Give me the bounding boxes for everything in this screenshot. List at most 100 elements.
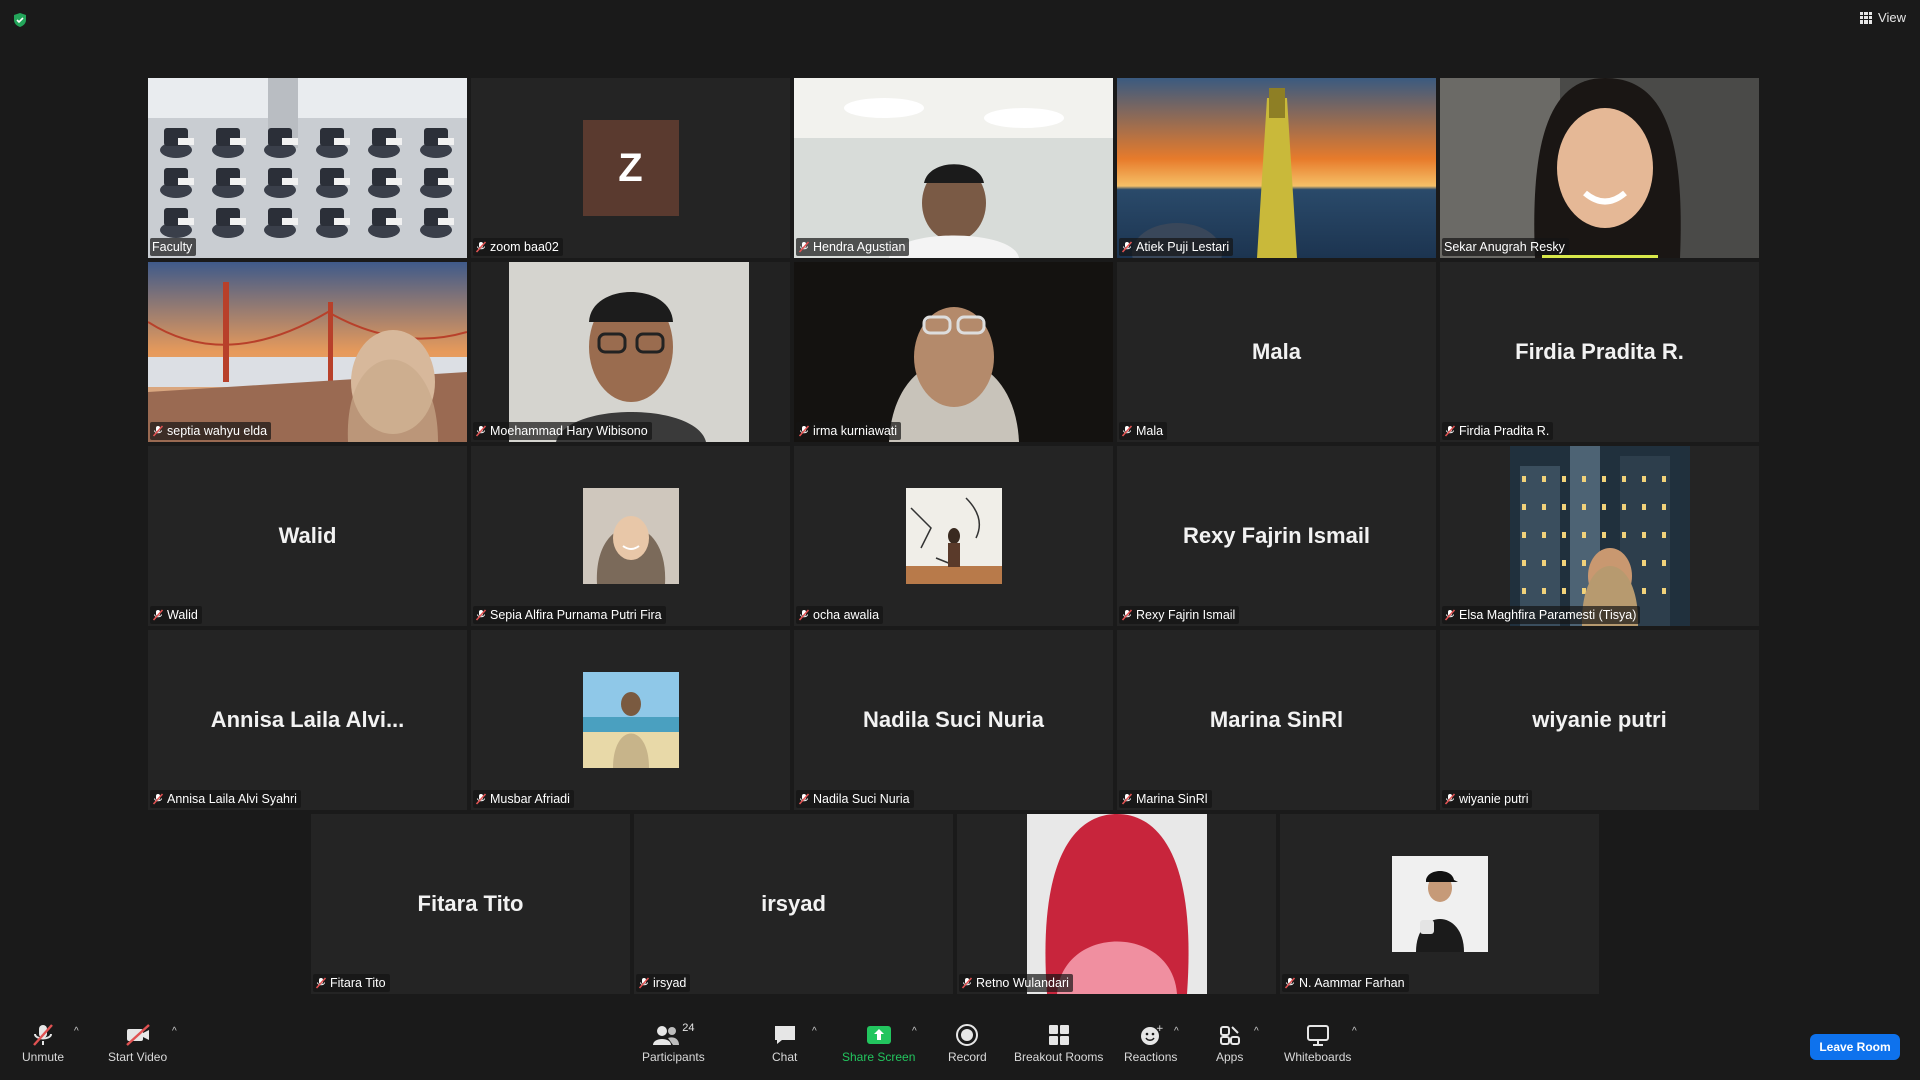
participant-tile[interactable]: irma kurniawati xyxy=(794,262,1113,442)
start-video-button[interactable]: Start Video xyxy=(108,1022,167,1064)
share-screen-label: Share Screen xyxy=(842,1050,916,1064)
participant-tile[interactable]: Sekar Anugrah Resky xyxy=(1440,78,1759,258)
participant-tile[interactable]: septia wahyu elda xyxy=(148,262,467,442)
apps-label: Apps xyxy=(1216,1050,1244,1064)
video-feed xyxy=(148,78,467,258)
participants-icon xyxy=(653,1026,680,1045)
video-gallery: Faculty Zzoom baa02 Hendra Agustian Atiek P… xyxy=(148,78,1772,998)
participant-tile[interactable]: Marina SinRl Marina SinRl xyxy=(1117,630,1436,810)
participants-label: Participants xyxy=(642,1050,705,1064)
audio-options-caret[interactable]: ^ xyxy=(74,1026,79,1037)
gallery-row: Faculty Zzoom baa02 Hendra Agustian Atiek P… xyxy=(148,78,1772,258)
video-feed xyxy=(471,262,790,442)
muted-mic-icon xyxy=(1444,609,1456,621)
participant-name-label: Mala xyxy=(1119,422,1168,440)
participant-tile[interactable]: Mala Mala xyxy=(1117,262,1436,442)
participant-tile[interactable]: ocha awalia xyxy=(794,446,1113,626)
participants-count: 24 xyxy=(682,1022,695,1034)
participant-tile[interactable]: Faculty xyxy=(148,78,467,258)
participant-name-label: zoom baa02 xyxy=(473,238,563,256)
participant-name: Firdia Pradita R. xyxy=(1459,424,1550,438)
muted-mic-icon xyxy=(475,793,487,805)
muted-mic-icon xyxy=(798,241,810,253)
participant-name-label: irma kurniawati xyxy=(796,422,902,440)
participant-tile[interactable]: Moehammad Hary Wibisono xyxy=(471,262,790,442)
participant-tile[interactable]: Fitara Tito Fitara Tito xyxy=(311,814,630,994)
participant-name: Fitara Tito xyxy=(330,976,386,990)
participant-name-label: Musbar Afriadi xyxy=(473,790,574,808)
participant-name: septia wahyu elda xyxy=(167,424,268,438)
profile-photo xyxy=(582,488,679,584)
participant-tile[interactable]: Hendra Agustian xyxy=(794,78,1113,258)
participant-name: Nadila Suci Nuria xyxy=(813,792,910,806)
view-button[interactable]: View xyxy=(1860,10,1906,25)
share-screen-icon xyxy=(866,1026,891,1044)
video-options-caret[interactable]: ^ xyxy=(172,1026,177,1037)
apps-icon xyxy=(1219,1026,1240,1045)
svg-text:+: + xyxy=(1156,1024,1163,1034)
participant-tile[interactable]: Atiek Puji Lestari xyxy=(1117,78,1436,258)
record-label: Record xyxy=(948,1050,987,1064)
participant-tile[interactable]: irsyad irsyad xyxy=(634,814,953,994)
reactions-options-caret[interactable]: ^ xyxy=(1174,1026,1179,1037)
participant-display-name: Fitara Tito xyxy=(417,891,524,916)
participant-tile[interactable]: Elsa Maghfira Paramesti (Tisya) xyxy=(1440,446,1759,626)
participant-tile[interactable]: Walid Walid xyxy=(148,446,467,626)
participant-tile[interactable]: Rexy Fajrin Ismail Rexy Fajrin Ismail xyxy=(1117,446,1436,626)
participant-tile[interactable]: wiyanie putri wiyanie putri xyxy=(1440,630,1759,810)
share-options-caret[interactable]: ^ xyxy=(912,1026,917,1037)
muted-mic-icon xyxy=(152,793,164,805)
participant-name-label: irsyad xyxy=(636,974,691,992)
participant-name-label: Sepia Alfira Purnama Putri Fira xyxy=(473,606,666,624)
security-shield-icon[interactable] xyxy=(12,12,28,28)
participant-name-label: wiyanie putri xyxy=(1442,790,1533,808)
unmute-button[interactable]: Unmute xyxy=(22,1022,64,1064)
breakout-rooms-button[interactable]: Breakout Rooms xyxy=(1014,1022,1103,1064)
muted-mic-icon xyxy=(798,793,810,805)
participant-name-label: Firdia Pradita R. xyxy=(1442,422,1554,440)
speaking-indicator xyxy=(1542,255,1658,258)
participant-display-name: Marina SinRl xyxy=(1209,707,1344,732)
video-feed xyxy=(1117,78,1436,258)
participant-name: wiyanie putri xyxy=(1459,792,1529,806)
record-button[interactable]: Record xyxy=(948,1022,987,1064)
participant-name: Hendra Agustian xyxy=(813,240,906,254)
participant-tile[interactable]: Firdia Pradita R. Firdia Pradita R. xyxy=(1440,262,1759,442)
participants-button[interactable]: 24 Participants xyxy=(642,1022,705,1064)
participant-tile[interactable]: Sepia Alfira Purnama Putri Fira xyxy=(471,446,790,626)
participant-tile[interactable]: Zzoom baa02 xyxy=(471,78,790,258)
participant-tile[interactable]: Nadila Suci Nuria Nadila Suci Nuria xyxy=(794,630,1113,810)
whiteboards-options-caret[interactable]: ^ xyxy=(1352,1026,1357,1037)
participant-name: N. Aammar Farhan xyxy=(1299,976,1405,990)
participant-name-label: Elsa Maghfira Paramesti (Tisya) xyxy=(1442,606,1641,624)
muted-mic-icon xyxy=(1284,977,1296,989)
participant-tile[interactable]: N. Aammar Farhan xyxy=(1280,814,1599,994)
share-screen-button[interactable]: Share Screen xyxy=(842,1022,915,1064)
participant-name: Walid xyxy=(167,608,198,622)
breakout-rooms-icon xyxy=(1048,1025,1069,1045)
participant-display-name: Walid xyxy=(278,523,337,548)
participant-tile[interactable]: Annisa Laila Alvi... Annisa Laila Alvi Sy… xyxy=(148,630,467,810)
participant-name: Retno Wulandari xyxy=(976,976,1069,990)
leave-room-button[interactable]: Leave Room xyxy=(1810,1034,1900,1060)
participant-name-label: Retno Wulandari xyxy=(959,974,1073,992)
participant-name: Faculty xyxy=(152,240,193,254)
participant-name: Sekar Anugrah Resky xyxy=(1444,240,1565,254)
video-feed xyxy=(1440,78,1759,258)
muted-mic-icon xyxy=(798,609,810,621)
chat-options-caret[interactable]: ^ xyxy=(812,1026,817,1037)
participant-name: Moehammad Hary Wibisono xyxy=(490,424,648,438)
participant-tile[interactable]: Musbar Afriadi xyxy=(471,630,790,810)
apps-options-caret[interactable]: ^ xyxy=(1254,1026,1259,1037)
participant-name: Rexy Fajrin Ismail xyxy=(1136,608,1236,622)
participant-tile[interactable]: Retno Wulandari xyxy=(957,814,1276,994)
profile-photo xyxy=(582,672,679,768)
chat-button[interactable]: Chat xyxy=(772,1022,797,1064)
participant-display-name: Firdia Pradita R. xyxy=(1515,339,1684,364)
breakout-rooms-label: Breakout Rooms xyxy=(1014,1050,1104,1064)
reactions-button[interactable]: + Reactions xyxy=(1124,1022,1177,1064)
apps-button[interactable]: Apps xyxy=(1216,1022,1243,1064)
reactions-icon: + xyxy=(1140,1024,1163,1045)
avatar: Z xyxy=(582,120,679,216)
whiteboards-button[interactable]: Whiteboards xyxy=(1284,1022,1351,1064)
